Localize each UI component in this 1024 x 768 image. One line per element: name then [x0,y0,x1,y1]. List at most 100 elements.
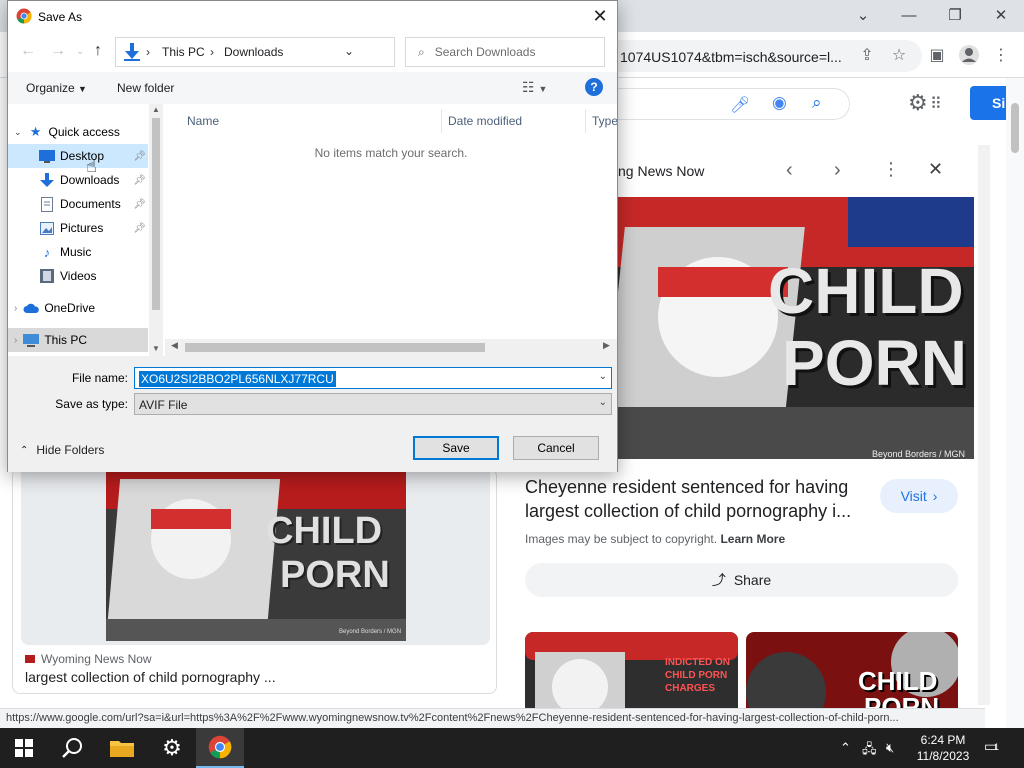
breadcrumb-this-pc[interactable]: This PC [162,45,205,59]
preview-scrollbar[interactable] [978,145,990,705]
nav-item-desktop[interactable]: Desktop 📌︎ [8,144,148,168]
previous-image-icon[interactable]: ‹ [786,159,793,182]
close-preview-icon[interactable]: ✕ [928,159,943,180]
learn-more-link[interactable]: Learn More [720,532,785,546]
close-window-button[interactable]: ✕ [978,0,1024,30]
tray-overflow-icon[interactable]: ⌃ [840,740,851,756]
gear-icon: ⚙ [162,735,182,760]
nav-item-downloads[interactable]: Downloads 📌︎ [8,168,148,192]
file-explorer-button[interactable] [98,728,146,768]
visit-button[interactable]: Visit › [880,479,958,513]
chrome-menu-icon[interactable]: ⋮ [990,44,1012,66]
profile-avatar-icon[interactable] [958,44,980,66]
nav-item-pictures[interactable]: Pictures 📌︎ [8,216,148,240]
pin-icon: 📌︎ [133,150,146,162]
expand-arrow-icon[interactable]: › [14,335,17,346]
dialog-titlebar[interactable]: Save As ✕ [8,1,617,32]
result-thumbnail-image[interactable] [21,469,490,645]
navigation-pane-scrollbar-thumb[interactable] [152,118,160,310]
lens-search-icon[interactable]: ◉ [772,93,787,113]
download-icon [39,172,55,188]
chrome-logo-icon [208,735,232,759]
pin-icon: 📌︎ [133,174,146,186]
image-result-card[interactable]: CHILD PORN Beyond Borders / MGN Wyoming … [12,468,497,694]
navigation-pane-scrollbar[interactable]: ▲ ▼ [149,104,163,356]
preview-title[interactable]: Cheyenne resident sentenced for having l… [525,475,875,523]
forward-arrow-icon[interactable]: → [50,42,66,60]
computer-icon [23,332,40,348]
result-title[interactable]: largest collection of child pornography … [25,669,276,685]
more-options-icon[interactable]: ⋮ [882,159,900,180]
preview-source[interactable]: ng News Now [618,163,704,179]
result-source[interactable]: Wyoming News Now [25,652,152,666]
search-icon[interactable]: ⌕ [812,93,822,113]
column-header-type[interactable]: Type [585,109,617,133]
new-folder-button[interactable]: New folder [117,81,174,95]
chevron-down-icon[interactable]: ⌄ [344,44,354,58]
next-image-icon[interactable]: › [834,159,841,182]
preview-image[interactable]: CHILD PORN Beyond Borders / MGN [605,197,974,459]
nav-item-documents[interactable]: Documents 📌︎ [8,192,148,216]
network-icon[interactable]: 🖧︎ [862,740,877,762]
system-clock[interactable]: 6:24 PM 11/8/2023 [912,732,974,764]
hide-folders-toggle[interactable]: ⌃ Hide Folders [20,443,104,457]
cloud-icon [23,300,40,316]
tab-search-icon[interactable]: ⌄ [840,0,886,30]
file-list-scrollbar-thumb[interactable] [185,343,485,352]
nav-item-quick-access[interactable]: ⌄ ★ Quick access [14,120,154,144]
column-header-name[interactable]: Name [181,109,441,133]
file-name-dropdown-icon[interactable]: ⌄ [599,371,607,382]
expand-arrow-icon[interactable]: ⌄ [14,127,22,138]
search-downloads-input[interactable]: ⌕ Search Downloads [405,37,605,67]
expand-arrow-icon[interactable]: › [14,303,17,314]
voice-search-icon[interactable]: 🎤︎ [730,95,750,115]
volume-muted-icon[interactable]: 🔇︎ [886,740,894,756]
preview-image-text: CHILD PORN [768,255,967,399]
settings-button[interactable]: ⚙ [148,728,196,768]
nav-item-onedrive[interactable]: › OneDrive [14,296,154,320]
back-arrow-icon[interactable]: ← [20,42,36,60]
start-button[interactable] [0,728,48,768]
save-as-type-select[interactable]: AVIF File ⌄ [134,393,612,415]
minimize-button[interactable]: — [886,0,932,30]
file-name-input[interactable]: XO6U2SI2BBO2PL656NLXJ77RCU ⌄ [134,367,612,389]
organize-button[interactable]: Organize ▼ [26,81,87,95]
nav-item-videos[interactable]: Videos [8,264,148,288]
up-arrow-icon[interactable]: ↑ [94,42,102,60]
nav-item-this-pc[interactable]: › This PC [8,328,148,352]
chrome-taskbar-button[interactable] [196,728,244,768]
restore-button[interactable]: ❐ [932,0,978,30]
scroll-up-icon[interactable]: ▲ [152,105,160,114]
recent-locations-icon[interactable]: ⌄ [76,46,84,57]
share-page-icon[interactable]: ⇪ [856,44,878,66]
empty-folder-message: No items match your search. [314,146,468,160]
column-header-date-modified[interactable]: Date modified [441,109,585,133]
dialog-footer: ⌃ Hide Folders Save Cancel [8,418,617,472]
dialog-address-bar[interactable]: › This PC › Downloads ⌄ ↻ [115,37,487,67]
view-options-icon[interactable]: ☷ ▼ [522,79,547,96]
notification-center-icon[interactable]: ▭ 1 [984,738,1004,758]
status-bar-url: https://www.google.com/url?sa=i&url=http… [0,708,985,728]
video-icon [39,268,55,284]
breadcrumb-downloads[interactable]: Downloads [224,45,283,59]
page-scrollbar[interactable] [1006,78,1024,728]
save-as-dialog: Save As ✕ ← → ⌄ ↑ › This PC › Downloads … [7,0,618,472]
google-search-box[interactable]: 🎤︎ ◉ ⌕ [600,88,850,120]
cancel-button[interactable]: Cancel [513,436,599,460]
file-list-horizontal-scrollbar[interactable]: ◀ ▶ [165,339,617,356]
apps-grid-icon[interactable]: ⠿ [930,94,942,114]
save-as-type-label: Save as type: [55,397,128,411]
scroll-left-icon[interactable]: ◀ [171,340,178,351]
page-scrollbar-thumb[interactable] [1011,103,1019,153]
dialog-close-button[interactable]: ✕ [583,1,617,32]
settings-gear-icon[interactable]: ⚙ [908,90,928,116]
bookmark-star-icon[interactable]: ☆ [888,44,910,66]
scroll-right-icon[interactable]: ▶ [603,340,610,351]
nav-item-music[interactable]: ♪ Music [8,240,148,264]
scroll-down-icon[interactable]: ▼ [152,344,160,353]
side-panel-icon[interactable]: ▣ [926,44,948,66]
taskbar-search-button[interactable] [48,728,96,768]
save-button[interactable]: Save [413,436,499,460]
share-button[interactable]: ⤴ Share [525,563,958,597]
help-icon[interactable]: ? [585,78,603,96]
